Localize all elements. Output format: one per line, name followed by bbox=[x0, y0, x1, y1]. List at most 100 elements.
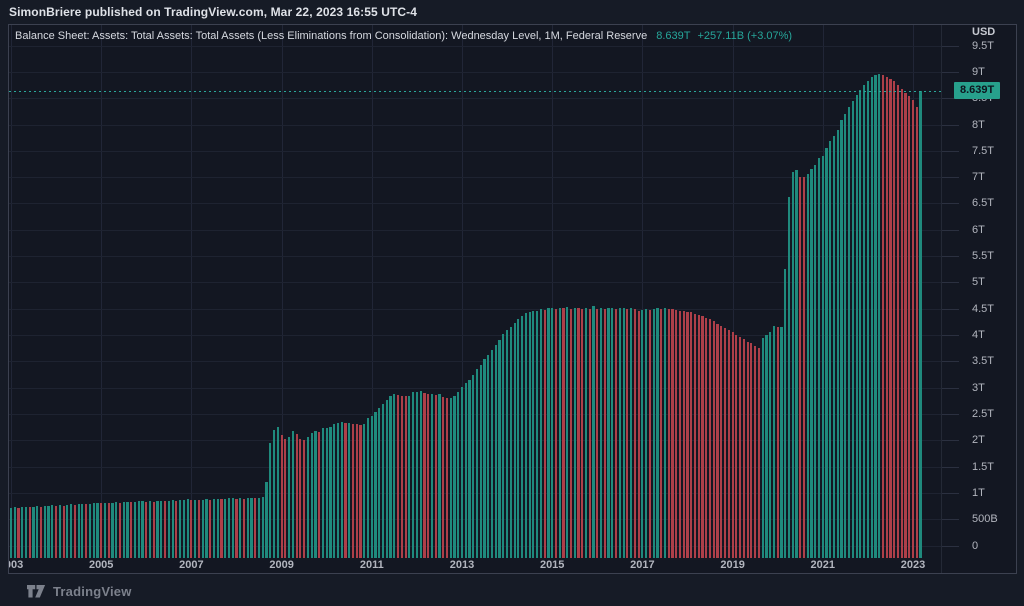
histogram-bar bbox=[329, 427, 331, 558]
time-tick-label: 2003 bbox=[9, 559, 23, 571]
histogram-bar bbox=[265, 482, 267, 558]
series-legend[interactable]: Balance Sheet: Assets: Total Assets: Tot… bbox=[15, 30, 792, 42]
publish-info-text: SimonBriere published on TradingView.com… bbox=[9, 5, 417, 19]
histogram-bar bbox=[701, 316, 703, 558]
histogram-bar bbox=[96, 503, 98, 558]
histogram-bar bbox=[292, 431, 294, 558]
page: SimonBriere published on TradingView.com… bbox=[0, 0, 1024, 606]
histogram-bar bbox=[108, 503, 110, 558]
price-tick-mark bbox=[942, 309, 959, 310]
histogram-bar bbox=[348, 423, 350, 558]
histogram-bar bbox=[66, 505, 68, 558]
histogram-bar bbox=[412, 392, 414, 558]
brand-text: TradingView bbox=[53, 584, 132, 599]
histogram-bar bbox=[525, 313, 527, 558]
histogram-bar bbox=[856, 95, 858, 558]
histogram-bar bbox=[141, 501, 143, 558]
histogram-bar bbox=[344, 423, 346, 558]
tradingview-link[interactable]: TradingView bbox=[27, 584, 132, 599]
histogram-bar bbox=[886, 77, 888, 558]
price-tick-mark bbox=[942, 203, 959, 204]
histogram-bar bbox=[70, 504, 72, 558]
histogram-bar bbox=[916, 107, 918, 558]
histogram-bar bbox=[874, 75, 876, 558]
histogram-bar bbox=[10, 508, 12, 558]
histogram-bar bbox=[126, 502, 128, 558]
histogram-bar bbox=[333, 424, 335, 558]
histogram-bar bbox=[450, 398, 452, 558]
histogram-bar bbox=[630, 308, 632, 558]
plot-area[interactable]: Balance Sheet: Assets: Total Assets: Tot… bbox=[9, 25, 941, 558]
histogram-bar bbox=[491, 350, 493, 558]
histogram-bar bbox=[111, 503, 113, 558]
price-tick-mark bbox=[942, 125, 959, 126]
histogram-bar bbox=[795, 170, 797, 558]
histogram-bar bbox=[506, 330, 508, 558]
histogram-bar bbox=[784, 269, 786, 558]
histogram-bar bbox=[442, 397, 444, 558]
histogram-bar bbox=[164, 501, 166, 558]
histogram-bar bbox=[47, 506, 49, 558]
histogram-bar bbox=[668, 309, 670, 558]
histogram-bar bbox=[799, 177, 801, 558]
price-tick-label: 3.5T bbox=[972, 354, 994, 368]
histogram-bar bbox=[859, 90, 861, 558]
histogram-bar bbox=[465, 383, 467, 558]
grid-line-vertical bbox=[11, 25, 12, 558]
histogram-bar bbox=[705, 318, 707, 558]
histogram-bar bbox=[63, 506, 65, 558]
time-tick-label: 2019 bbox=[720, 559, 744, 571]
price-tick-mark bbox=[942, 230, 959, 231]
time-scale[interactable]: 2003200520072009201120132015201720192021… bbox=[9, 558, 941, 573]
price-tick-label: 5.5T bbox=[972, 249, 994, 263]
histogram-bar bbox=[356, 424, 358, 558]
price-tick-label: 7T bbox=[972, 170, 985, 184]
histogram-bar bbox=[544, 310, 546, 558]
price-tick-mark bbox=[942, 151, 959, 152]
histogram-bar bbox=[374, 412, 376, 558]
histogram-bar bbox=[747, 342, 749, 558]
histogram-bar bbox=[220, 499, 222, 558]
histogram-bar bbox=[773, 326, 775, 558]
histogram-bar bbox=[814, 165, 816, 558]
grid-line-horizontal bbox=[9, 98, 941, 99]
histogram-bar bbox=[371, 416, 373, 558]
histogram-bar bbox=[363, 424, 365, 558]
histogram-bar bbox=[250, 498, 252, 558]
histogram-bar bbox=[247, 498, 249, 558]
price-tick-label: 5T bbox=[972, 275, 985, 289]
histogram-bar bbox=[792, 172, 794, 558]
histogram-bar bbox=[536, 311, 538, 558]
histogram-bar bbox=[743, 339, 745, 558]
histogram-bar bbox=[172, 500, 174, 558]
histogram-bar bbox=[810, 169, 812, 558]
histogram-bar bbox=[457, 392, 459, 558]
histogram-bar bbox=[198, 500, 200, 558]
histogram-bar bbox=[156, 501, 158, 558]
histogram-bar bbox=[153, 502, 155, 558]
histogram-bar bbox=[299, 439, 301, 558]
price-tick-label: 6.5T bbox=[972, 196, 994, 210]
histogram-bar bbox=[149, 501, 151, 558]
histogram-bar bbox=[547, 308, 549, 558]
histogram-bar bbox=[284, 439, 286, 558]
price-scale[interactable]: USD 8.639T 9.5T9T8.5T8T7.5T7T6.5T6T5.5T5… bbox=[941, 25, 1016, 573]
histogram-bar bbox=[581, 309, 583, 558]
histogram-bar bbox=[386, 400, 388, 558]
histogram-bar bbox=[179, 500, 181, 558]
histogram-bar bbox=[807, 174, 809, 558]
histogram-bar bbox=[619, 308, 621, 558]
price-tick-label: 0 bbox=[972, 539, 978, 553]
histogram-bar bbox=[607, 308, 609, 558]
histogram-bar bbox=[359, 425, 361, 558]
series-last-value: 8.639T bbox=[656, 30, 690, 42]
histogram-bar bbox=[653, 309, 655, 558]
grid-line-horizontal bbox=[9, 72, 941, 73]
histogram-bar bbox=[540, 309, 542, 558]
histogram-bar bbox=[833, 136, 835, 558]
histogram-bar bbox=[566, 307, 568, 558]
histogram-bar bbox=[589, 309, 591, 558]
histogram-bar bbox=[51, 505, 53, 558]
histogram-bar bbox=[431, 394, 433, 558]
price-tick-mark bbox=[942, 46, 959, 47]
